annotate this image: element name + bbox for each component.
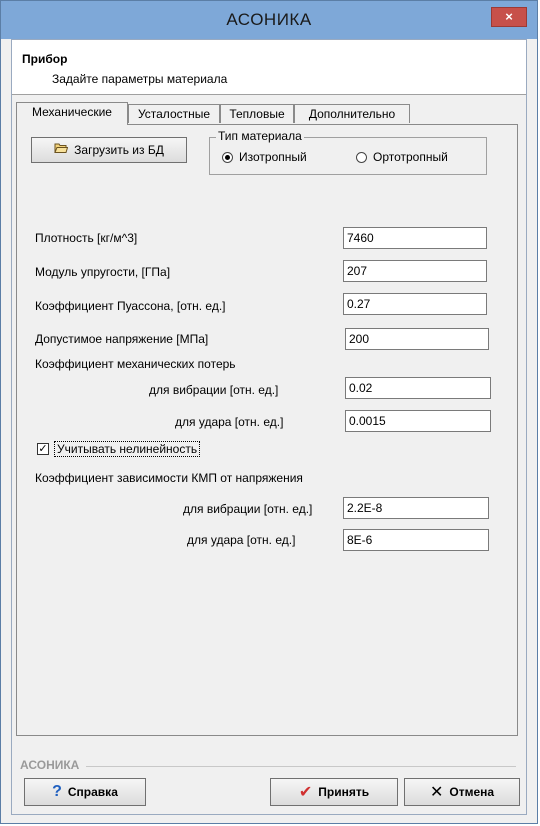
tab-additional[interactable]: Дополнительно [294, 104, 410, 123]
density-label: Плотность [кг/м^3] [35, 231, 138, 245]
nonlinear-check-indicator[interactable]: ✓ [37, 443, 49, 455]
modulus-field[interactable]: 207 [343, 260, 487, 282]
header-subtitle: Задайте параметры материала [52, 72, 228, 86]
header-panel: Прибор Задайте параметры материала [12, 40, 526, 95]
material-type-group: Тип материала Изотропный Ортотропный [209, 129, 487, 175]
radio-isotropic[interactable]: Изотропный [222, 150, 307, 164]
status-app-label: АСОНИКА [20, 758, 80, 772]
kmp-impact-label: для удара [отн. ед.] [187, 533, 296, 547]
tab-fatigue[interactable]: Усталостные [128, 104, 220, 123]
checkmark-icon: ✔ [298, 784, 313, 801]
load-from-db-label: Загрузить из БД [74, 143, 164, 157]
radio-isotropic-indicator[interactable] [222, 151, 233, 163]
kmp-coef-heading: Коэффициент зависимости КМП от напряжени… [35, 471, 303, 485]
tab-thermal[interactable]: Тепловые [220, 104, 294, 123]
close-x-icon: ✕ [429, 784, 444, 801]
radio-orthotropic[interactable]: Ортотропный [356, 150, 448, 164]
density-field[interactable]: 7460 [343, 227, 487, 249]
help-question-icon: ? [52, 783, 62, 800]
tab-bar: Механические Усталостные Тепловые Дополн… [16, 102, 522, 125]
loss-impact-label: для удара [отн. ед.] [175, 415, 284, 429]
status-divider [86, 766, 516, 767]
kmp-vibration-label: для вибрации [отн. ед.] [183, 502, 313, 516]
modulus-label: Модуль упругости, [ГПа] [35, 265, 171, 279]
kmp-vibration-field[interactable]: 2.2E-8 [343, 497, 489, 519]
cancel-button-label: Отмена [449, 785, 495, 799]
nonlinear-checkbox[interactable]: ✓ Учитывать нелинейность [37, 441, 201, 457]
radio-isotropic-label: Изотропный [239, 150, 307, 164]
cancel-button[interactable]: ✕ Отмена [404, 778, 520, 806]
header-title: Прибор [22, 52, 68, 66]
kmp-impact-field[interactable]: 8E-6 [343, 529, 489, 551]
poisson-label: Коэффициент Пуассона, [отн. ед.] [35, 299, 226, 313]
accept-button[interactable]: ✔ Принять [270, 778, 398, 806]
tab-mechanical[interactable]: Механические [16, 102, 128, 125]
help-button-label: Справка [67, 785, 118, 799]
tab-page-mechanical: Загрузить из БД Тип материала Изотропный… [16, 124, 518, 736]
close-window-button[interactable]: × [491, 7, 527, 27]
radio-orthotropic-indicator[interactable] [356, 151, 367, 163]
poisson-field[interactable]: 0.27 [343, 293, 487, 315]
folder-open-icon [54, 138, 69, 162]
help-button[interactable]: ? Справка [24, 778, 146, 806]
allowable-stress-label: Допустимое напряжение [МПа] [35, 332, 209, 346]
nonlinear-label[interactable]: Учитывать нелинейность [54, 441, 201, 457]
loss-vibration-label: для вибрации [отн. ед.] [149, 383, 279, 397]
dialog-client-area: Прибор Задайте параметры материала Механ… [11, 39, 527, 815]
material-type-caption: Тип материала [216, 129, 304, 143]
dialog-window: АСОНИКА × Прибор Задайте параметры матер… [0, 0, 538, 824]
loss-impact-field[interactable]: 0.0015 [345, 410, 491, 432]
loss-vibration-field[interactable]: 0.02 [345, 377, 491, 399]
radio-orthotropic-label: Ортотропный [373, 150, 448, 164]
accept-button-label: Принять [318, 785, 370, 799]
load-from-db-button[interactable]: Загрузить из БД [31, 137, 187, 163]
window-title: АСОНИКА [226, 10, 312, 29]
loss-coef-heading: Коэффициент механических потерь [35, 357, 236, 371]
title-bar[interactable]: АСОНИКА × [1, 1, 537, 39]
allowable-stress-field[interactable]: 200 [345, 328, 489, 350]
